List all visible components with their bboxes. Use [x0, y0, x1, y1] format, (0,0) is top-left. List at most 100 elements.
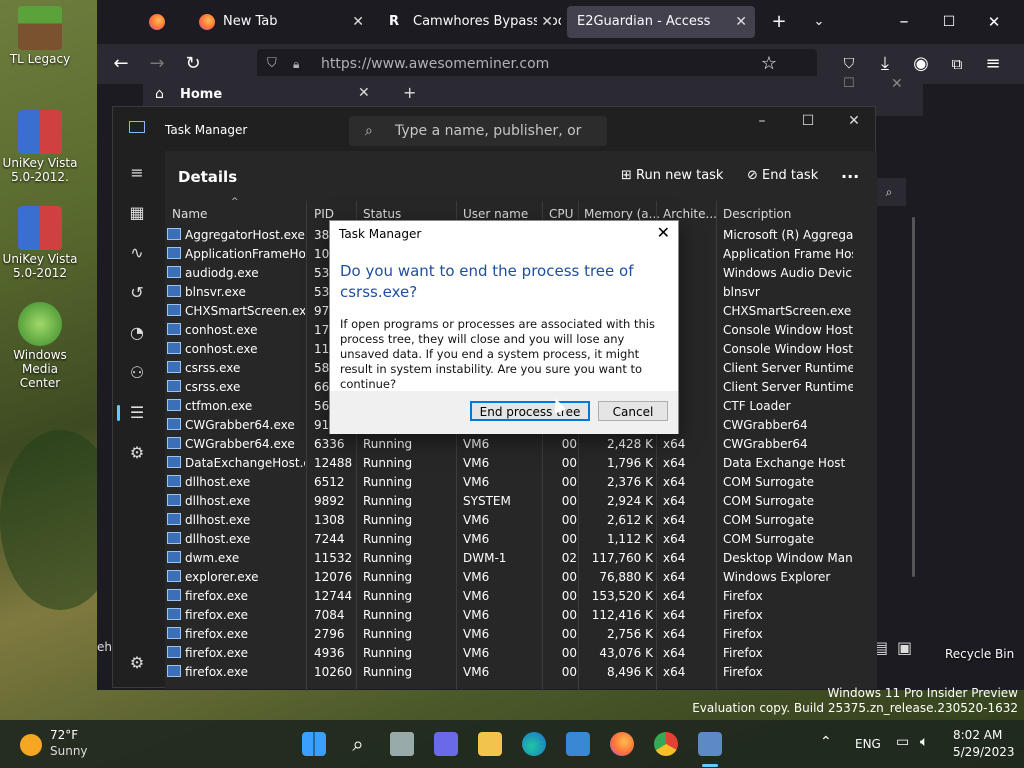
store-icon[interactable]: [566, 732, 590, 756]
clock-time[interactable]: 8:02 AM: [953, 728, 1002, 742]
url-bar[interactable]: ⛉ 🔒︎ https://www.awesomeminer.com: [257, 49, 817, 79]
hamburger-icon[interactable]: ≡: [125, 161, 149, 185]
desktop-icon-tl-legacy[interactable]: TL Legacy: [0, 6, 80, 66]
table-row[interactable]: dllhost.exe 9892 Running SYSTEM 00 2,924 K x64…: [165, 492, 859, 511]
account-icon[interactable]: ◉: [909, 52, 933, 76]
table-row[interactable]: explorer.exe 12076 Running VM6 00 76,880 K x64…: [165, 568, 859, 587]
dialog-close-icon[interactable]: ✕: [657, 223, 670, 242]
minimize-icon[interactable]: –: [892, 10, 916, 34]
run-new-task-label: Run new task: [636, 168, 724, 183]
table-row[interactable]: dllhost.exe 1308 Running VM6 00 2,612 K x64 COM…: [165, 511, 859, 530]
maximize-icon[interactable]: ☐: [843, 76, 855, 91]
services-icon[interactable]: ⚙: [125, 441, 149, 465]
close-window-icon[interactable]: ✕: [839, 113, 869, 129]
weather-temperature[interactable]: 72°F: [50, 728, 78, 742]
more-options-button[interactable]: ...: [841, 163, 859, 182]
tab-camwhores[interactable]: R Camwhores Bypass Tools ✕: [377, 6, 561, 38]
close-window-icon[interactable]: ✕: [891, 76, 903, 92]
search-input[interactable]: ⌕ Type a name, publisher, or PID...: [349, 116, 607, 169]
table-row[interactable]: firefox.exe 7084 Running VM6 00 112,416 K x64 F…: [165, 606, 859, 625]
column-header-memory[interactable]: Memory (a...: [584, 207, 660, 221]
tab-new-tab[interactable]: New Tab ✕: [187, 6, 372, 38]
window-title: Task Manager: [165, 123, 248, 137]
column-header-architecture[interactable]: Archite...: [663, 207, 717, 221]
weather-sun-icon[interactable]: [20, 734, 42, 756]
table-row[interactable]: dllhost.exe 6512 Running VM6 00 2,376 K x64 COM…: [165, 473, 859, 492]
column-header-user[interactable]: User name: [463, 207, 528, 221]
edge-icon[interactable]: [522, 732, 546, 756]
column-header-name[interactable]: Name: [172, 207, 207, 221]
end-task-button[interactable]: ⊘ End task: [747, 168, 818, 183]
table-row[interactable]: dwm.exe 11532 Running DWM-1 02 117,760 K x64 De…: [165, 549, 859, 568]
users-icon[interactable]: ⚇: [125, 361, 149, 385]
pocket-icon[interactable]: ⛉: [837, 52, 861, 76]
language-indicator[interactable]: ENG: [855, 737, 881, 751]
desktop-icon-media-center[interactable]: Windows Media Center: [0, 302, 80, 390]
back-icon[interactable]: ←: [109, 52, 133, 76]
startup-apps-icon[interactable]: ◔: [125, 321, 149, 345]
end-task-label: End task: [762, 168, 819, 183]
app-history-icon[interactable]: ↺: [125, 281, 149, 305]
table-row[interactable]: firefox.exe 10260 Running VM6 00 8,496 K x64 Fi…: [165, 663, 859, 682]
desktop-icon-unikey-2[interactable]: UniKey Vista 5.0-2012: [0, 206, 80, 280]
recycle-bin-label[interactable]: Recycle Bin: [945, 647, 1014, 661]
extensions-icon[interactable]: ⧉: [945, 52, 969, 76]
table-row[interactable]: firefox.exe 2796 Running VM6 00 2,756 K x64 Fir…: [165, 625, 859, 644]
bookmark-star-icon[interactable]: ☆: [757, 52, 781, 76]
volume-icon[interactable]: 🔈︎: [920, 734, 928, 750]
maximize-icon[interactable]: ☐: [793, 113, 823, 129]
vertical-scrollbar[interactable]: [912, 217, 915, 577]
table-row[interactable]: DataExchangeHost.e... 12488 Running VM6 00 1,…: [165, 454, 859, 473]
task-manager-taskbar-icon[interactable]: [698, 732, 722, 756]
new-tab-button[interactable]: +: [767, 10, 791, 34]
column-header-cpu[interactable]: CPU: [549, 207, 573, 221]
start-windows-icon[interactable]: [302, 732, 326, 756]
task-view-icon[interactable]: [390, 732, 414, 756]
chevron-up-icon[interactable]: ⌃: [820, 734, 832, 750]
tab-e2guardian[interactable]: E2Guardian - Access Denied ✕: [567, 6, 755, 61]
forward-icon[interactable]: →: [145, 52, 169, 76]
weather-condition[interactable]: Sunny: [50, 744, 88, 758]
details-icon[interactable]: ☰: [117, 401, 149, 425]
new-tab-button[interactable]: +: [403, 83, 416, 102]
end-process-tree-button[interactable]: End process tree: [470, 401, 590, 421]
desktop-icon-unikey-1[interactable]: UniKey Vista 5.0-2012.: [0, 110, 80, 184]
close-tab-icon[interactable]: ✕: [735, 6, 747, 38]
page-search-icon[interactable]: ⌕: [872, 178, 906, 206]
table-row[interactable]: CWGrabber64.exe 6336 Running VM6 00 2,428 K x6…: [165, 435, 859, 454]
network-icon[interactable]: ▭: [896, 734, 909, 750]
table-row[interactable]: firefox.exe 12744 Running VM6 00 153,520 K x64…: [165, 587, 859, 606]
cell-desc: Windows Explorer: [723, 570, 831, 584]
page-view-icon-2[interactable]: ▣: [897, 638, 912, 657]
close-tab-icon[interactable]: ✕: [352, 6, 364, 38]
menu-icon[interactable]: ≡: [981, 52, 1005, 76]
run-new-task-button[interactable]: ⊞ Run new task: [621, 168, 723, 183]
firefox-icon[interactable]: [610, 732, 634, 756]
table-row[interactable]: firefox.exe 4936 Running VM6 00 43,076 K x64 Fi…: [165, 644, 859, 663]
process-icon: [167, 627, 181, 639]
teams-chat-icon[interactable]: [434, 732, 458, 756]
performance-icon[interactable]: ∿: [125, 241, 149, 265]
table-row[interactable]: dllhost.exe 7244 Running VM6 00 1,112 K x64 COM…: [165, 530, 859, 549]
column-header-status[interactable]: Status: [363, 207, 401, 221]
maximize-icon[interactable]: ☐: [937, 10, 961, 34]
close-tab-icon[interactable]: ✕: [358, 85, 370, 101]
column-header-pid[interactable]: PID: [314, 207, 334, 221]
cell-user: SYSTEM: [463, 494, 511, 508]
list-tabs-icon[interactable]: ⌄: [807, 10, 831, 34]
minimize-icon[interactable]: –: [747, 113, 777, 129]
download-icon[interactable]: ⤓: [873, 52, 897, 76]
column-header-description[interactable]: Description: [723, 207, 791, 221]
show-desktop-button[interactable]: [1006, 732, 1018, 756]
processes-icon[interactable]: ▦: [125, 201, 149, 225]
search-icon[interactable]: ⌕: [346, 732, 370, 756]
close-window-icon[interactable]: ✕: [982, 10, 1006, 34]
file-explorer-icon[interactable]: [478, 732, 502, 756]
reload-icon[interactable]: ↻: [181, 52, 205, 76]
settings-gear-icon[interactable]: ⚙: [125, 651, 149, 675]
chrome-icon[interactable]: [654, 732, 678, 756]
close-tab-icon[interactable]: ✕: [537, 6, 553, 38]
desktop-icon-label: UniKey Vista 5.0-2012: [2, 252, 78, 280]
pinned-tab[interactable]: [137, 6, 177, 38]
cancel-button[interactable]: Cancel: [598, 401, 668, 421]
